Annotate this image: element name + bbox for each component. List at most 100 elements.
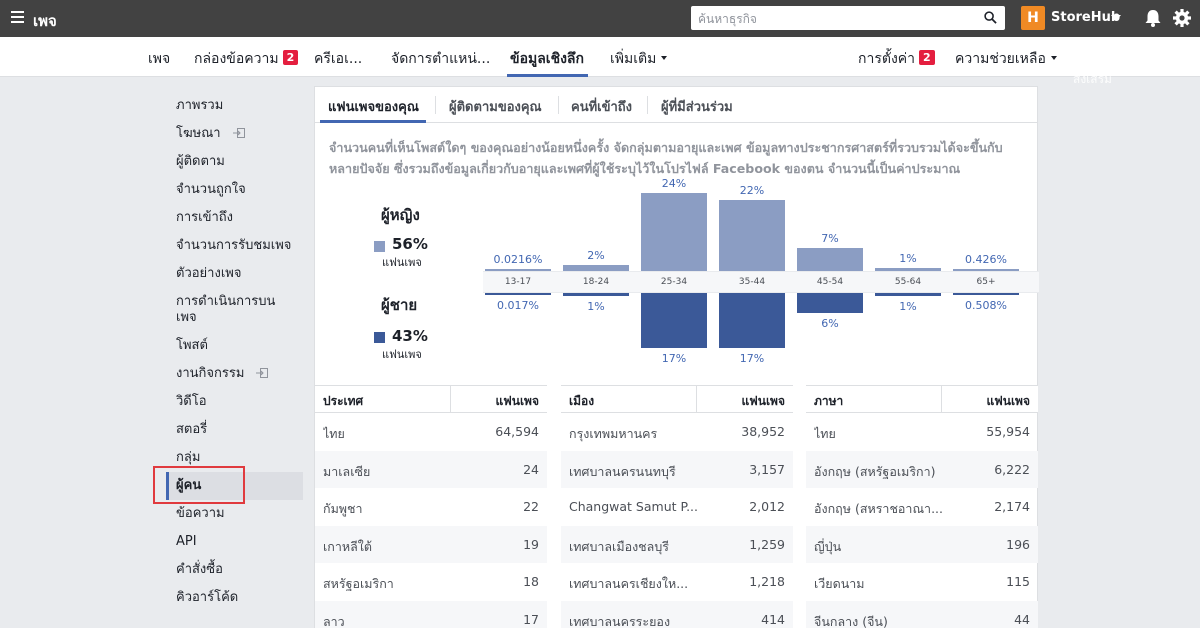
account-name[interactable]: StoreHub [1051,10,1120,25]
male-label: ผู้ชาย [381,296,418,314]
male-bar[interactable] [641,293,707,349]
nav-item-inbox[interactable]: กล่องข้อความ 2 [194,48,299,70]
row-name: อังกฤษ (สหรัฐอเมริกา) [814,463,936,479]
nav-item-more[interactable]: เพิ่มเติม [610,48,668,70]
sidebar-item-label: ภาพรวม [176,98,224,113]
male-bar[interactable] [563,293,629,297]
search-icon[interactable] [984,11,997,24]
tab-people-reached[interactable]: คนที่เข้าถึง [571,96,632,117]
sidebar-item-label: คำสั่งซื้อ [176,562,223,577]
table-body: ไทย 55,954 อังกฤษ (สหรัฐอเมริกา) 6,222 อังกฤ… [806,413,1038,628]
table-header-count[interactable]: แฟนเพจ [742,392,785,411]
sidebar-item-videos[interactable]: วิดีโอ [176,394,296,410]
audience-tabs: แฟนเพจของคุณ ผู้ติดตามของคุณ คนที่เข้าถึ… [315,87,1037,123]
female-bar[interactable] [953,269,1019,271]
female-label: ผู้หญิง [381,206,420,224]
row-count: 22 [523,499,539,514]
nav-item-label: ข้อมูลเชิงลึก [510,51,584,67]
male-bar[interactable] [719,293,785,349]
sidebar-item-stories[interactable]: สตอรี่ [176,422,296,438]
table-header-label[interactable]: เมือง [569,392,594,411]
age-tick-label: 18-24 [582,277,610,287]
male-bar[interactable] [875,293,941,297]
female-bar[interactable] [563,264,629,271]
sidebar-item-reach[interactable]: การเข้าถึง [176,210,296,226]
female-bar[interactable] [875,267,941,271]
nav-item-label: กล่องข้อความ [194,51,279,67]
row-count: 18 [523,574,539,589]
male-bar-label: 1% [587,300,605,314]
female-bar[interactable] [719,199,785,271]
sidebar-item-followers[interactable]: ผู้ติดตาม [176,154,296,170]
sidebar-item-label: วิดีโอ [176,394,207,409]
table-row: อังกฤษ (สหรัฐอเมริกา) 6,222 [806,450,1038,488]
male-bar[interactable] [485,293,551,295]
tab-your-fans[interactable]: แฟนเพจของคุณ [328,96,419,117]
account-logo[interactable]: H [1021,6,1045,30]
male-bar[interactable] [797,293,863,313]
nav-item-jobs[interactable]: จัดการตำแหน่... [391,48,490,70]
tab-people-engaged[interactable]: ผู้ที่มีส่วนร่วม [661,96,733,117]
tab-divider [558,96,559,114]
sidebar-item-api[interactable]: API [176,534,296,550]
row-count: 115 [1006,574,1030,589]
sidebar-item-actions-on-page[interactable]: การดำเนินการบนเพจ [176,294,296,326]
table-header-count[interactable]: แฟนเพจ [987,392,1030,411]
nav-item-label: จัดการตำแหน่... [391,51,491,67]
sidebar-item-overview[interactable]: ภาพรวม [176,98,296,114]
table-header: ประเทศ แฟนเพจ [315,385,547,413]
female-bar-label: 1% [899,251,917,265]
table-row: ลาว 17 [315,600,547,628]
female-bar-label: 0.426% [965,253,1007,266]
age-tick-label: 45-54 [816,277,844,287]
row-name: Changwat Samut P... [569,499,699,514]
row-count: 64,594 [495,424,539,439]
bell-icon[interactable] [1143,8,1163,28]
table-header-label[interactable]: ภาษา [814,392,843,411]
top-bar: เพจ ค้นหาธุรกิจ H StoreHub [0,0,1200,37]
table-row: จีนกลาง (จีน) 44 [806,600,1038,628]
sidebar-item-posts[interactable]: โพสต์ [176,338,296,354]
inbox-badge: 2 [282,50,299,65]
row-name: ลาว [323,613,345,628]
sidebar-item-ads[interactable]: โฆษณา [176,126,296,142]
female-bar[interactable] [485,269,551,271]
female-bar-label: 2% [587,248,605,262]
sidebar-item-page-views[interactable]: จำนวนการรับชมเพจ [176,238,296,254]
male-percent: 43% [392,327,428,345]
sidebar-item-events[interactable]: งานกิจกรรม [176,366,296,382]
row-name: ญี่ปุ่น [814,538,842,554]
male-bar[interactable] [953,293,1019,295]
nav-item-insights[interactable]: ข้อมูลเชิงลึก [510,48,584,70]
nav-item-creator[interactable]: ครีเอเ... [314,48,362,70]
table-row: สหรัฐอเมริกา 18 [315,563,547,601]
hamburger-menu-icon[interactable] [11,11,24,23]
sidebar-item-messages[interactable]: ข้อความ [176,506,296,522]
nav-item-help[interactable]: ความช่วยเหลือ [955,48,1057,70]
brand-title[interactable]: เพจ [33,9,57,33]
table-row: เทศบาลนครระยอง 414 [561,600,793,628]
female-bar[interactable] [797,248,863,271]
row-count: 17 [523,611,539,627]
sidebar-item-likes[interactable]: จำนวนถูกใจ [176,182,296,198]
gear-icon[interactable] [1172,8,1192,28]
female-bar[interactable] [641,193,707,271]
sidebar-item-page-previews[interactable]: ตัวอย่างเพจ [176,266,296,282]
nav-item-page[interactable]: เพจ [148,48,170,70]
nav-item-label: เพิ่มเติม [610,51,657,67]
nav-item-settings[interactable]: การตั้งค่า 2 [858,48,935,70]
search-input[interactable]: ค้นหาธุรกิจ [691,6,1005,30]
sidebar-item-orders[interactable]: คำสั่งซื้อ [176,562,296,578]
table-row: เทศบาลนครเชียงให... 1,218 [561,563,793,601]
sidebar-item-groups[interactable]: กลุ่ม [176,450,296,466]
row-name: เทศบาลนครระยอง [569,613,671,628]
account-caret-icon[interactable] [1111,15,1121,21]
age-gender-chart: 0.0216% 0.017% 13-17 2% 1% 18-24 24% 17% 25-34 22… [483,177,1039,373]
sidebar-item-qr-code[interactable]: คิวอาร์โค้ด [176,590,296,606]
tab-your-followers[interactable]: ผู้ติดตามของคุณ [449,96,542,117]
table-header-label[interactable]: ประเทศ [323,392,363,411]
language-table: ภาษา แฟนเพจไทย 55,954 อังกฤษ (สหรัฐอเมริกา)… [806,385,1038,628]
table-header-count[interactable]: แฟนเพจ [496,392,539,411]
nav-item-label: ความช่วยเหลือ [955,51,1046,67]
age-tick-label: 35-44 [738,277,766,287]
